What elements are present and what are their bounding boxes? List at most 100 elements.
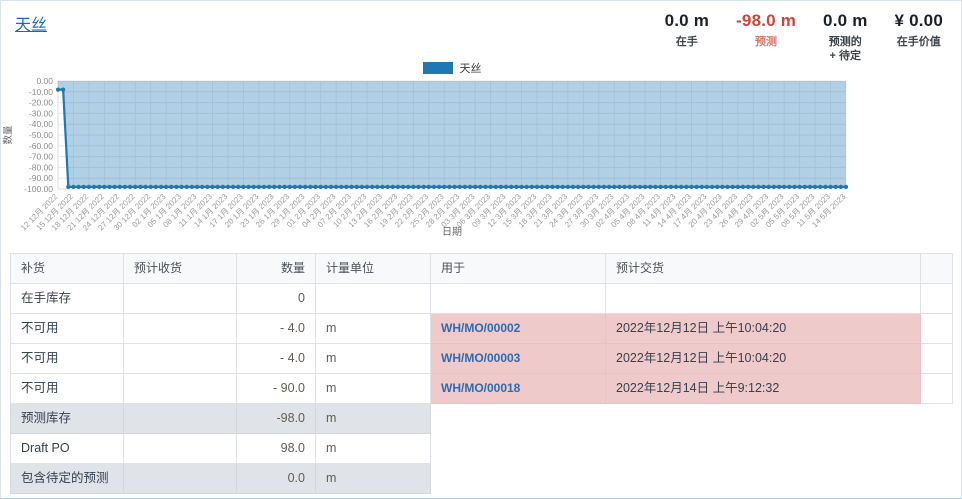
svg-text:0.00: 0.00 <box>36 76 53 86</box>
data-point <box>684 185 688 189</box>
product-title-link[interactable]: 天丝 <box>15 11 47 35</box>
data-point <box>107 185 111 189</box>
table-row: 不可用 - 4.0 m WH/MO/00003 2022年12月12日 上午10… <box>11 344 953 374</box>
data-point <box>844 185 848 189</box>
data-point <box>622 185 626 189</box>
data-point <box>427 185 431 189</box>
data-point <box>349 185 353 189</box>
row-uom: m <box>316 314 431 344</box>
data-point <box>772 185 776 189</box>
data-point <box>638 185 642 189</box>
series-area[interactable] <box>56 81 848 189</box>
svg-text:-100.00: -100.00 <box>24 184 53 194</box>
data-point <box>715 185 719 189</box>
data-point <box>401 185 405 189</box>
data-point <box>571 185 575 189</box>
data-point <box>272 185 276 189</box>
row-uom: m <box>316 404 431 434</box>
mo-link[interactable]: WH/MO/00003 <box>441 351 520 365</box>
svg-text:-40.00: -40.00 <box>29 119 53 129</box>
data-point <box>499 185 503 189</box>
data-point <box>252 185 256 189</box>
row-used-for: WH/MO/00002 <box>431 314 606 344</box>
data-point <box>695 185 699 189</box>
row-qty: -98.0 <box>237 404 316 434</box>
data-point <box>360 185 364 189</box>
row-label: 包含待定的预测 <box>11 464 124 494</box>
row-actions <box>921 464 953 494</box>
table-row: Draft PO 98.0 m <box>11 434 953 464</box>
row-used-for: WH/MO/00018 <box>431 374 606 404</box>
data-point <box>803 185 807 189</box>
stat-on-hand: 0.0 m 在手 <box>665 11 709 64</box>
svg-text:-70.00: -70.00 <box>29 152 53 162</box>
data-point <box>288 185 292 189</box>
data-point <box>133 185 137 189</box>
data-point <box>468 185 472 189</box>
col-actions <box>921 254 953 284</box>
data-point <box>777 185 781 189</box>
row-delivery: 2022年12月12日 上午10:04:20 <box>606 344 921 374</box>
data-point <box>319 185 323 189</box>
data-point <box>839 185 843 189</box>
data-point <box>813 185 817 189</box>
stat-currency-label: 在手价值 <box>897 35 941 49</box>
data-point <box>123 185 127 189</box>
data-point <box>190 185 194 189</box>
data-point <box>324 185 328 189</box>
data-point <box>200 185 204 189</box>
row-scheduled <box>124 464 237 494</box>
mo-link[interactable]: WH/MO/00002 <box>441 321 520 335</box>
data-point <box>561 185 565 189</box>
data-point <box>283 185 287 189</box>
row-actions <box>921 374 953 404</box>
data-point <box>828 185 832 189</box>
data-point <box>180 185 184 189</box>
svg-text:-20.00: -20.00 <box>29 98 53 108</box>
data-point <box>751 185 755 189</box>
row-label: 不可用 <box>11 374 124 404</box>
row-actions <box>921 344 953 374</box>
chart-legend[interactable]: 天丝 <box>58 60 846 76</box>
data-point <box>653 185 657 189</box>
data-point <box>66 185 70 189</box>
data-point <box>535 185 539 189</box>
data-point <box>97 185 101 189</box>
data-point <box>633 185 637 189</box>
data-point <box>834 185 838 189</box>
data-point <box>313 185 317 189</box>
data-point <box>442 185 446 189</box>
data-point <box>664 185 668 189</box>
data-point <box>736 185 740 189</box>
data-point <box>128 185 132 189</box>
mo-link[interactable]: WH/MO/00018 <box>441 381 520 395</box>
data-point <box>530 185 534 189</box>
stat-on-hand-value-currency: ¥ 0.00 在手价值 <box>895 11 943 64</box>
row-delivery <box>606 434 921 464</box>
data-point <box>174 185 178 189</box>
svg-text:-80.00: -80.00 <box>29 162 53 172</box>
row-delivery: 2022年12月12日 上午10:04:20 <box>606 314 921 344</box>
row-label: Draft PO <box>11 434 124 464</box>
stat-forecast-value: -98.0 m <box>736 11 796 31</box>
forecast-chart: 天丝 0.00-10.00-20.00-30.00-40.00-50.00-60… <box>1 57 961 245</box>
forecast-area-chart[interactable]: 0.00-10.00-20.00-30.00-40.00-50.00-60.00… <box>1 57 961 245</box>
data-point <box>416 185 420 189</box>
data-point <box>411 185 415 189</box>
data-point <box>545 185 549 189</box>
row-used-for <box>431 434 606 464</box>
stat-forecast-pending-value: 0.0 m <box>823 11 867 31</box>
data-point <box>525 185 529 189</box>
kpi-stats: 0.0 m 在手 -98.0 m 预测 0.0 m 预测的+ 待定 ¥ 0.00… <box>665 11 943 64</box>
row-scheduled <box>124 374 237 404</box>
row-actions <box>921 404 953 434</box>
data-point <box>550 185 554 189</box>
table-header-row: 补货 预计收货 数量 计量单位 用于 预计交货 <box>11 254 953 284</box>
data-point <box>185 185 189 189</box>
data-point <box>221 185 225 189</box>
row-label: 预测库存 <box>11 404 124 434</box>
svg-text:-90.00: -90.00 <box>29 173 53 183</box>
stat-on-hand-value: 0.0 m <box>665 11 709 31</box>
row-qty: 0.0 <box>237 464 316 494</box>
table-row: 不可用 - 4.0 m WH/MO/00002 2022年12月12日 上午10… <box>11 314 953 344</box>
